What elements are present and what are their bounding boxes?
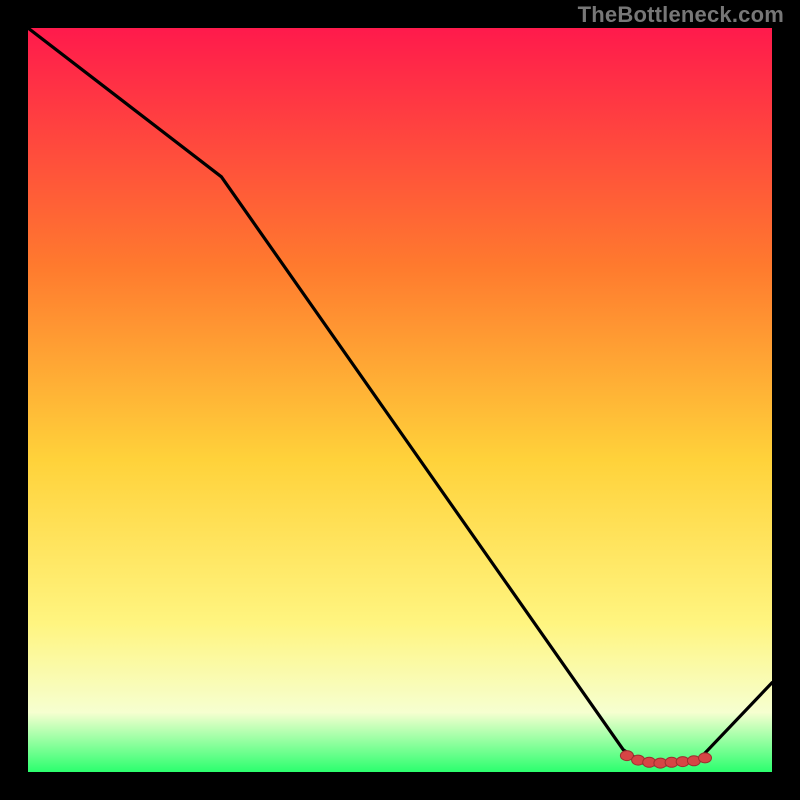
watermark-text: TheBottleneck.com xyxy=(578,2,784,28)
gradient-bg xyxy=(28,28,772,772)
marker-dot xyxy=(699,753,712,763)
plot-area xyxy=(28,28,772,772)
chart-frame: TheBottleneck.com xyxy=(0,0,800,800)
chart-svg xyxy=(28,28,772,772)
